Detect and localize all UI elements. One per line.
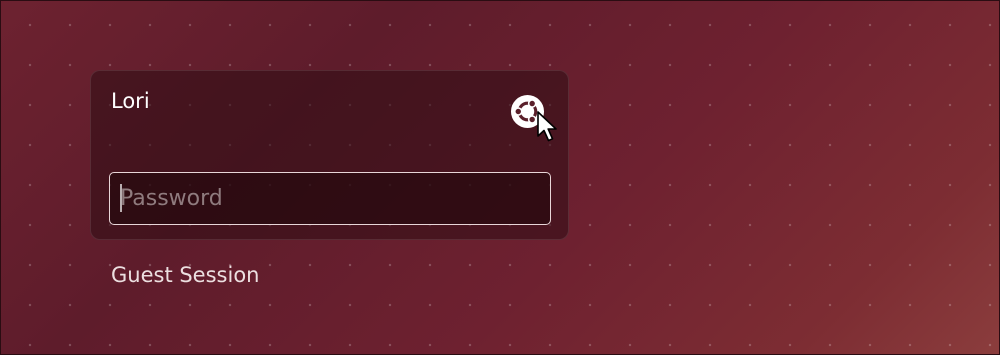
user-name: Lori	[111, 89, 150, 113]
guest-session-button[interactable]: Guest Session	[111, 263, 259, 287]
text-caret	[120, 184, 122, 212]
user-login-card[interactable]: Lori	[90, 70, 569, 240]
mouse-cursor-icon	[537, 111, 557, 142]
password-field[interactable]	[109, 172, 551, 225]
